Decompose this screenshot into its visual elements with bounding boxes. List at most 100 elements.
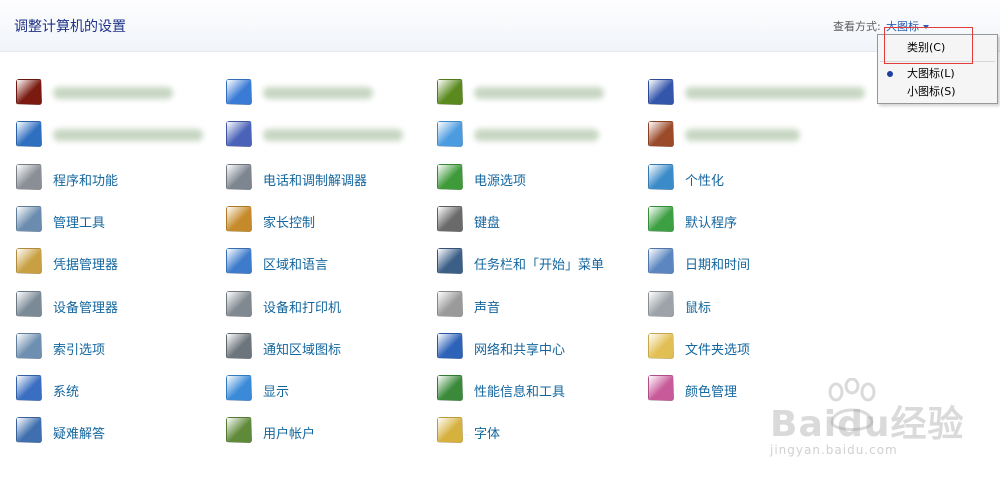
fonts-icon <box>437 417 463 443</box>
control-panel-item[interactable]: 用户帐户 <box>226 417 426 445</box>
control-panel-item-label: 日期和时间 <box>685 258 751 273</box>
control-panel-item-label: 疑难解答 <box>53 427 106 442</box>
control-panel-item-label: 电话和调制解调器 <box>263 174 368 189</box>
control-panel-item-label: 个性化 <box>685 174 725 189</box>
power-options-icon <box>437 164 463 190</box>
control-panel-item[interactable]: 凭据管理器 <box>16 248 216 276</box>
control-panel-item[interactable]: 程序和功能 <box>16 164 216 192</box>
control-panel-item[interactable] <box>226 121 426 149</box>
control-panel-item-label: 文件夹选项 <box>685 343 751 358</box>
control-panel-item[interactable]: 设备和打印机 <box>226 291 426 319</box>
programs-features-icon <box>16 164 42 190</box>
menu-item-small-icons[interactable]: 小图标(S) <box>878 83 997 101</box>
system-icon <box>16 375 42 401</box>
control-panel-item[interactable]: 区域和语言 <box>226 248 426 276</box>
sound-icon <box>437 291 463 317</box>
control-panel-item-label: 设备管理器 <box>53 301 119 316</box>
network-sharing-icon <box>437 333 463 359</box>
blurred-item-label <box>685 87 865 99</box>
control-panel-item[interactable]: 系统 <box>16 375 216 403</box>
control-panel-item[interactable] <box>437 79 637 107</box>
notification-area-icon <box>226 333 252 359</box>
control-panel-item[interactable]: 默认程序 <box>648 206 848 234</box>
control-panel-item-label: 通知区域图标 <box>263 343 342 358</box>
annotation-highlight-box <box>884 27 973 64</box>
admin-tools-icon <box>16 206 42 232</box>
control-panel-item-label: 颜色管理 <box>685 385 738 400</box>
control-panel-item[interactable]: 电源选项 <box>437 164 637 192</box>
control-panel-item[interactable]: 索引选项 <box>16 333 216 361</box>
remote-app-icon <box>16 121 42 147</box>
control-panel-item[interactable]: 疑难解答 <box>16 417 216 445</box>
control-panel-item-label: 字体 <box>474 427 501 442</box>
control-panel-item[interactable]: 鼠标 <box>648 291 848 319</box>
devices-printers-icon <box>226 291 252 317</box>
color-management-icon <box>648 375 674 401</box>
control-panel-item[interactable]: 键盘 <box>437 206 637 234</box>
control-panel-item-label: 用户帐户 <box>263 427 316 442</box>
windows-firewall-icon <box>648 121 674 147</box>
view-by-label: 查看方式: <box>833 20 881 33</box>
control-panel-item[interactable]: 设备管理器 <box>16 291 216 319</box>
blurred-item-label <box>474 87 604 99</box>
control-panel-item[interactable]: 声音 <box>437 291 637 319</box>
control-panel-item[interactable]: 字体 <box>437 417 637 445</box>
control-panel-item[interactable]: 家长控制 <box>226 206 426 234</box>
folder-options-icon <box>648 333 674 359</box>
control-panel-item[interactable] <box>648 121 848 149</box>
control-panel-item[interactable] <box>16 79 216 107</box>
windows-cardspace-icon <box>226 121 252 147</box>
control-panel-item-label: 系统 <box>53 385 80 400</box>
control-panel-item-label: 声音 <box>474 301 501 316</box>
flash-player-icon <box>16 79 42 105</box>
keyboard-icon <box>437 206 463 232</box>
control-panel-item-label: 默认程序 <box>685 216 738 231</box>
region-language-icon <box>226 248 252 274</box>
control-panel-item[interactable] <box>437 121 637 149</box>
control-panel-item-label: 鼠标 <box>685 301 712 316</box>
control-panel-item-label: 凭据管理器 <box>53 258 119 273</box>
control-panel-item[interactable]: 管理工具 <box>16 206 216 234</box>
nvidia-control-panel-icon <box>437 79 463 105</box>
control-panel-item-label: 设备和打印机 <box>263 301 342 316</box>
control-panel-item-label: 网络和共享中心 <box>474 343 566 358</box>
realtek-audio-icon <box>648 79 674 105</box>
watermark-brand: Baidu经验 <box>770 404 965 445</box>
windows-update-icon <box>437 121 463 147</box>
control-panel-item-label: 区域和语言 <box>263 258 329 273</box>
control-panel-item[interactable] <box>648 79 865 107</box>
date-time-icon <box>648 248 674 274</box>
control-panel-item[interactable]: 电话和调制解调器 <box>226 164 426 192</box>
performance-tools-icon <box>437 375 463 401</box>
indexing-options-icon <box>16 333 42 359</box>
troubleshooting-icon <box>16 417 42 443</box>
control-panel-item-label: 键盘 <box>474 216 501 231</box>
blurred-item-label <box>53 87 173 99</box>
control-panel-item[interactable]: 文件夹选项 <box>648 333 848 361</box>
control-panel-item[interactable]: 显示 <box>226 375 426 403</box>
control-panel-item-label: 电源选项 <box>474 174 527 189</box>
menu-item-large-icons[interactable]: 大图标(L) <box>878 65 997 83</box>
control-panel-item-label: 任务栏和「开始」菜单 <box>474 258 605 273</box>
control-panel-item-label: 管理工具 <box>53 216 106 231</box>
parental-controls-icon <box>226 206 252 232</box>
control-panel-item[interactable]: 个性化 <box>648 164 848 192</box>
mouse-icon <box>648 291 674 317</box>
blurred-item-label <box>263 129 403 141</box>
control-panel-item-label: 程序和功能 <box>53 174 119 189</box>
control-panel-item[interactable] <box>226 79 426 107</box>
control-panel-item-label: 索引选项 <box>53 343 106 358</box>
control-panel-item[interactable]: 网络和共享中心 <box>437 333 637 361</box>
device-manager-icon <box>16 291 42 317</box>
display-icon <box>226 375 252 401</box>
control-panel-item[interactable]: 日期和时间 <box>648 248 848 276</box>
control-panel-item[interactable]: 性能信息和工具 <box>437 375 637 403</box>
watermark: Baidu经验 jingyan.baidu.com <box>770 395 964 457</box>
blurred-item-label <box>53 129 203 141</box>
control-panel-item[interactable]: 通知区域图标 <box>226 333 426 361</box>
control-panel-item-label: 性能信息和工具 <box>474 385 566 400</box>
phone-modem-icon <box>226 164 252 190</box>
control-panel-item-label: 显示 <box>263 385 290 400</box>
control-panel-item[interactable] <box>16 121 216 149</box>
control-panel-item[interactable]: 任务栏和「开始」菜单 <box>437 248 637 276</box>
